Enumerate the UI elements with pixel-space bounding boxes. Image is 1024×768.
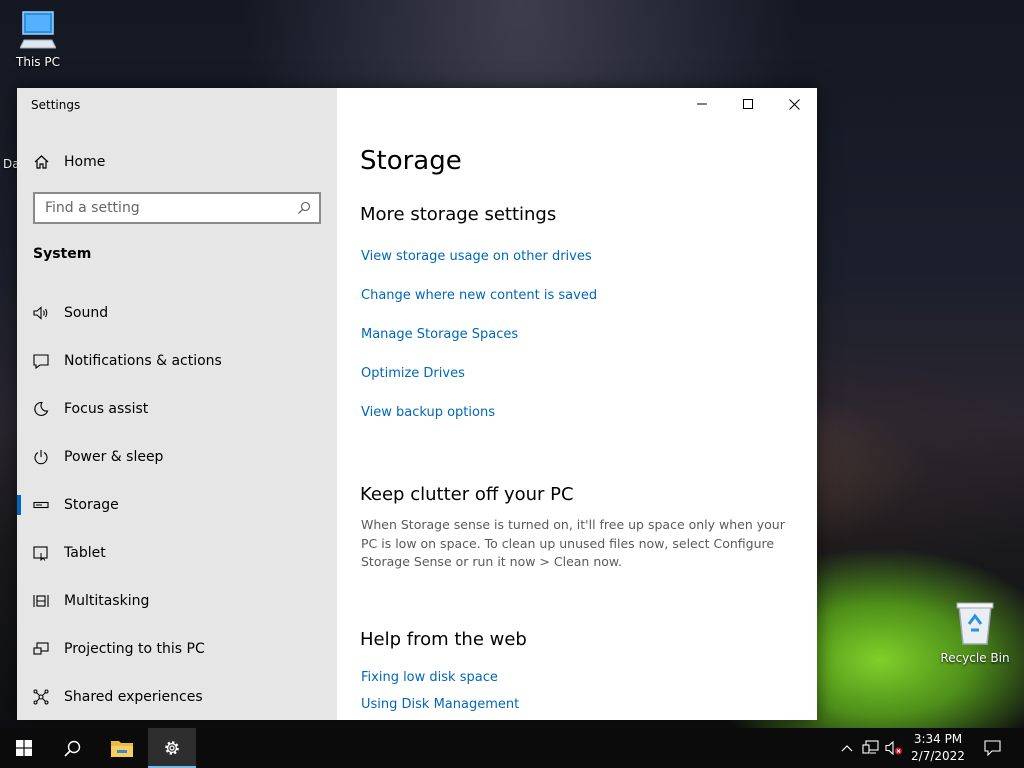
link-view-storage-other-drives[interactable]: View storage usage on other drives xyxy=(361,249,592,264)
more-storage-heading: More storage settings xyxy=(360,204,557,225)
projecting-icon xyxy=(33,641,49,657)
link-fixing-low-disk-space[interactable]: Fixing low disk space xyxy=(361,670,498,685)
tablet-icon xyxy=(33,545,49,561)
settings-search-box[interactable] xyxy=(33,192,321,224)
nav-item-focus-assist[interactable]: Focus assist xyxy=(17,385,337,433)
chevron-up-icon xyxy=(841,745,853,752)
minimize-button[interactable] xyxy=(679,88,725,120)
page-title: Storage xyxy=(360,146,462,176)
clutter-heading: Keep clutter off your PC xyxy=(360,484,574,505)
window-caption-buttons xyxy=(679,88,817,120)
taskbar-clock[interactable]: 3:34 PM 2/7/2022 xyxy=(906,731,970,765)
volume-muted-icon xyxy=(885,740,902,756)
link-using-disk-management[interactable]: Using Disk Management xyxy=(361,697,519,712)
this-pc-label: This PC xyxy=(16,55,60,69)
link-view-backup-options[interactable]: View backup options xyxy=(361,405,495,420)
action-center-button[interactable] xyxy=(976,728,1008,768)
storage-sense-description: When Storage sense is turned on, it'll f… xyxy=(361,517,785,569)
nav-home-label: Home xyxy=(64,154,106,170)
maximize-button[interactable] xyxy=(725,88,771,120)
nav-item-label: Focus assist xyxy=(64,401,149,417)
power-icon xyxy=(33,449,49,465)
nav-item-storage[interactable]: Storage xyxy=(17,481,337,529)
link-manage-storage-spaces[interactable]: Manage Storage Spaces xyxy=(361,327,518,342)
volume-tray-button[interactable] xyxy=(883,728,905,768)
taskbar: 3:34 PM 2/7/2022 xyxy=(0,728,1024,768)
search-icon xyxy=(63,740,80,757)
nav-item-projecting[interactable]: Projecting to this PC xyxy=(17,625,337,673)
file-explorer-button[interactable] xyxy=(98,728,146,768)
search-input[interactable] xyxy=(45,200,297,216)
multitasking-icon xyxy=(33,593,49,609)
close-button[interactable] xyxy=(771,88,817,120)
nav-item-tablet[interactable]: Tablet xyxy=(17,529,337,577)
clock-date: 2/7/2022 xyxy=(911,749,965,763)
home-icon xyxy=(34,155,49,169)
nav-item-label: Multitasking xyxy=(64,593,150,609)
computer-icon xyxy=(19,11,57,49)
nav-item-label: Power & sleep xyxy=(64,449,164,465)
gear-icon xyxy=(165,741,179,755)
nav-item-sound[interactable]: Sound xyxy=(17,289,337,337)
settings-content-pane: Storage More storage settings View stora… xyxy=(337,88,817,720)
search-button[interactable] xyxy=(48,728,96,768)
speaker-icon xyxy=(33,305,49,321)
link-optimize-drives[interactable]: Optimize Drives xyxy=(361,366,465,381)
nav-item-label: Notifications & actions xyxy=(64,353,222,369)
nav-item-multitasking[interactable]: Multitasking xyxy=(17,577,337,625)
clock-time: 3:34 PM xyxy=(913,732,963,746)
network-icon xyxy=(862,740,879,754)
nav-home[interactable]: Home xyxy=(17,148,337,176)
help-heading: Help from the web xyxy=(360,629,527,650)
close-icon xyxy=(788,98,800,110)
nav-item-label: Storage xyxy=(64,497,119,513)
action-center-icon xyxy=(983,740,1001,756)
nav-item-power-sleep[interactable]: Power & sleep xyxy=(17,433,337,481)
window-title: Settings xyxy=(31,98,81,112)
folder-icon xyxy=(111,741,133,757)
this-pc-desktop-icon[interactable]: This PC xyxy=(3,10,73,69)
minimize-icon xyxy=(697,103,707,105)
shared-experiences-icon xyxy=(33,689,49,705)
storage-drive-icon xyxy=(33,497,49,513)
nav-item-shared-experiences[interactable]: Shared experiences xyxy=(17,673,337,720)
network-tray-button[interactable] xyxy=(860,728,882,768)
moon-icon xyxy=(33,401,49,417)
nav-item-label: Projecting to this PC xyxy=(64,641,205,657)
nav-item-label: Shared experiences xyxy=(64,689,203,705)
recycle-bin-icon xyxy=(956,602,994,645)
nav-item-label: Sound xyxy=(64,305,109,321)
search-icon[interactable] xyxy=(297,201,311,215)
settings-taskbar-button[interactable] xyxy=(148,728,196,768)
settings-window: Settings Home System Sound xyxy=(17,88,817,720)
recycle-bin-desktop-icon[interactable]: Recycle Bin xyxy=(940,600,1010,665)
nav-item-notifications[interactable]: Notifications & actions xyxy=(17,337,337,385)
nav-item-label: Tablet xyxy=(64,545,106,561)
system-nav-list: Sound Notifications & actions Focus assi… xyxy=(17,289,337,720)
link-change-new-content-location[interactable]: Change where new content is saved xyxy=(361,288,597,303)
notification-icon xyxy=(33,353,49,369)
windows-logo-icon xyxy=(16,740,32,756)
recycle-bin-label: Recycle Bin xyxy=(940,651,1010,665)
settings-sidebar: Settings Home System Sound xyxy=(17,88,337,720)
maximize-icon xyxy=(743,99,753,109)
show-hidden-icons-button[interactable] xyxy=(838,728,856,768)
section-heading-system: System xyxy=(33,246,92,262)
start-button[interactable] xyxy=(0,728,48,768)
